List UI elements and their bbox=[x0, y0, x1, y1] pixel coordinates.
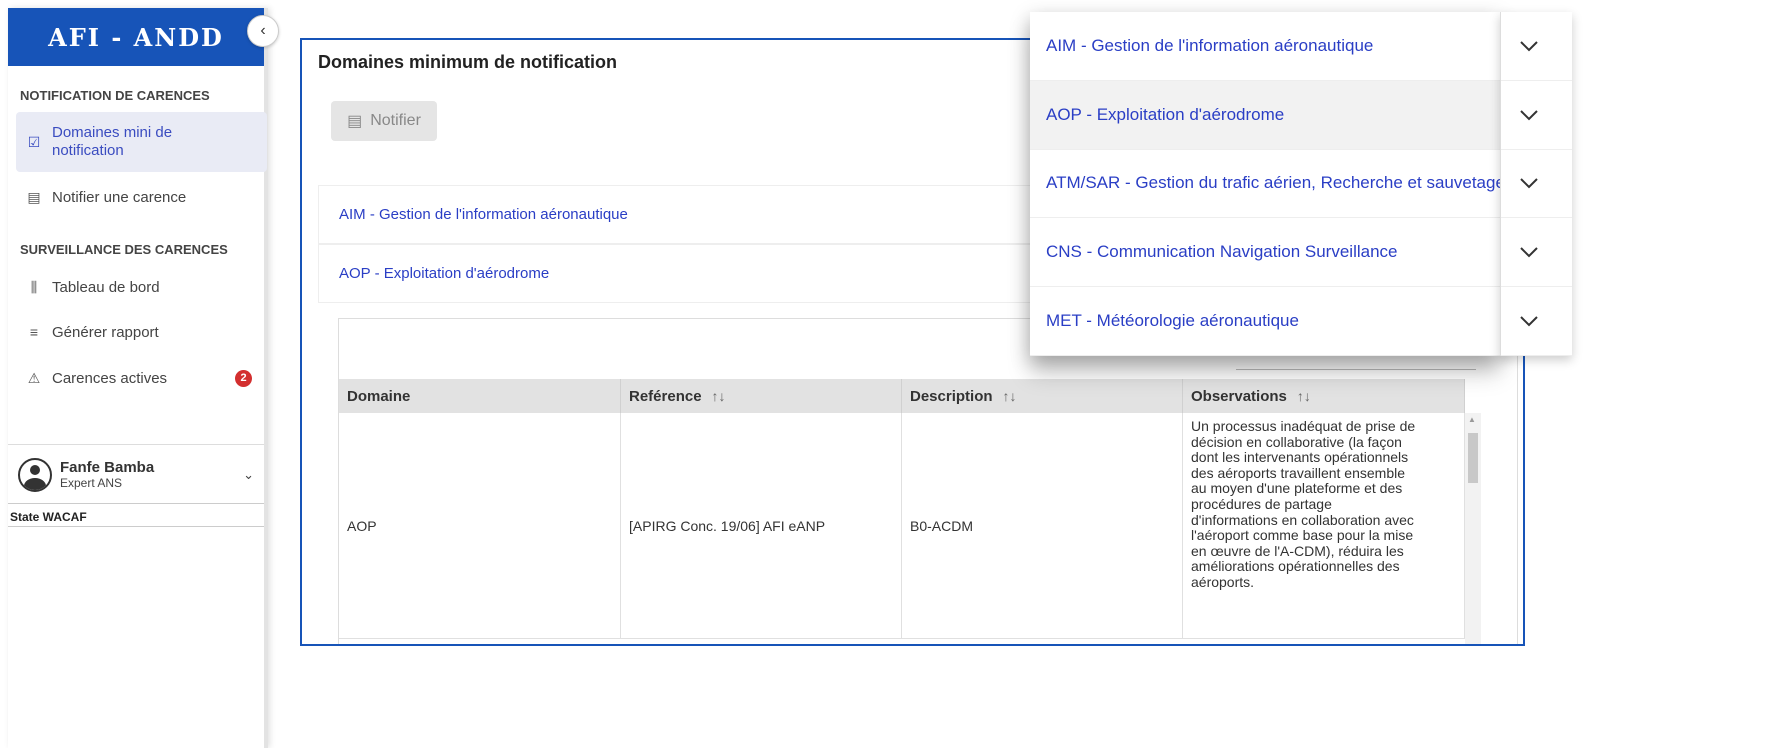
sort-icon[interactable]: ↑↓ bbox=[1297, 388, 1311, 404]
sidebar-item-tableau[interactable]: ⫼ Tableau de bord bbox=[16, 268, 267, 306]
notification-badge: 2 bbox=[235, 369, 252, 387]
column-header-observations[interactable]: Observations ↑↓ bbox=[1183, 379, 1465, 413]
expand-toggle[interactable] bbox=[1501, 218, 1572, 288]
table-cell-observations: Un processus inadéquat de prise de décis… bbox=[1183, 413, 1465, 639]
user-profile[interactable]: Fanfe Bamba Expert ANS ⌄ bbox=[8, 444, 264, 504]
state-label: State WACAF bbox=[8, 503, 264, 527]
notify-button-label: Notifier bbox=[370, 112, 421, 129]
table-cell-reference: [APIRG Conc. 19/06] AFI eANP bbox=[621, 413, 902, 639]
sidebar-item-notifier[interactable]: ▤ Notifier une carence bbox=[16, 178, 267, 216]
column-header-description[interactable]: Description ↑↓ bbox=[902, 379, 1183, 413]
avatar-icon bbox=[18, 457, 52, 492]
calendar-icon: ▤ bbox=[27, 188, 41, 205]
chevron-down-icon bbox=[1520, 109, 1538, 121]
expand-toggle[interactable] bbox=[1501, 81, 1572, 150]
accordion-label: AIM - Gestion de l'information aéronauti… bbox=[339, 206, 628, 223]
bar-chart-icon: ⫼ bbox=[30, 278, 38, 295]
sidebar-item-label: Tableau de bord bbox=[52, 278, 160, 296]
table-cell-domaine: AOP bbox=[339, 413, 621, 639]
checkbox-icon: ☑ bbox=[27, 133, 41, 150]
expand-toggle[interactable] bbox=[1501, 150, 1572, 219]
scroll-up-icon[interactable]: ▲ bbox=[1468, 415, 1476, 424]
sidebar-item-label: Générer rapport bbox=[52, 323, 159, 341]
chevron-down-icon bbox=[1520, 247, 1538, 258]
sort-icon[interactable]: ↑↓ bbox=[1003, 388, 1017, 404]
chevron-left-icon: ‹ bbox=[260, 22, 266, 39]
expand-toggle[interactable] bbox=[1501, 287, 1572, 356]
expand-toggle[interactable] bbox=[1501, 12, 1572, 81]
dropdown-item-aim[interactable]: AIM - Gestion de l'information aéronauti… bbox=[1030, 12, 1500, 81]
dropdown-item-atm-sar[interactable]: ATM/SAR - Gestion du trafic aérien, Rech… bbox=[1030, 150, 1500, 219]
accordion-label: AOP - Exploitation d'aérodrome bbox=[339, 265, 550, 282]
chevron-down-icon bbox=[1520, 178, 1538, 189]
table-cell-description: B0-ACDM bbox=[902, 413, 1183, 639]
report-lines-icon: ≡ bbox=[29, 324, 39, 340]
notify-button[interactable]: ▤ Notifier bbox=[331, 101, 437, 141]
sort-icon[interactable]: ↑↓ bbox=[712, 388, 726, 404]
section-notification-title: NOTIFICATION DE CARENCES bbox=[20, 88, 210, 103]
chevron-down-icon bbox=[1520, 316, 1538, 327]
sidebar-item-domaines[interactable]: ☑ Domaines mini de notification bbox=[16, 112, 267, 172]
dropdown-item-cns[interactable]: CNS - Communication Navigation Surveilla… bbox=[1030, 218, 1500, 288]
collapse-sidebar-button[interactable]: ‹ bbox=[247, 15, 279, 47]
page-title: Domaines minimum de notification bbox=[318, 52, 618, 72]
dropdown-item-met[interactable]: MET - Météorologie aéronautique bbox=[1030, 287, 1500, 356]
scroll-thumb[interactable] bbox=[1468, 433, 1478, 483]
warning-icon: ⚠ bbox=[27, 369, 41, 386]
column-header-reference[interactable]: Reférence ↑↓ bbox=[621, 379, 902, 413]
chevron-down-icon bbox=[1520, 41, 1538, 52]
table-scrollbar[interactable]: ▲ bbox=[1465, 413, 1481, 644]
column-header-domaine[interactable]: Domaine bbox=[339, 379, 621, 413]
search-input[interactable] bbox=[1236, 369, 1476, 370]
dropdown-item-aop[interactable]: AOP - Exploitation d'aérodrome bbox=[1030, 80, 1500, 150]
sidebar-item-carences[interactable]: ⚠ Carences actives 2 bbox=[16, 359, 260, 397]
chevron-down-icon[interactable]: ⌄ bbox=[243, 467, 254, 483]
dropdown-expand-column bbox=[1500, 12, 1572, 356]
app-brand: AFI - ANDD bbox=[8, 8, 264, 66]
section-surveillance-title: SURVEILLANCE DES CARENCES bbox=[20, 242, 228, 257]
sidebar: AFI - ANDD NOTIFICATION DE CARENCES ☑ Do… bbox=[8, 8, 268, 748]
profile-name: Fanfe Bamba bbox=[60, 459, 155, 476]
sidebar-item-label: Domaines mini de notification bbox=[52, 124, 173, 159]
data-table: Domaine Reférence ↑↓ Description ↑↓ Obse… bbox=[338, 318, 1518, 644]
domain-dropdown: AIM - Gestion de l'information aéronauti… bbox=[1030, 12, 1500, 356]
sidebar-item-rapport[interactable]: ≡ Générer rapport bbox=[16, 313, 267, 351]
calendar-icon: ▤ bbox=[347, 113, 363, 130]
sidebar-item-label: Notifier une carence bbox=[52, 188, 187, 206]
profile-role: Expert ANS bbox=[60, 476, 123, 490]
sidebar-item-label: Carences actives bbox=[52, 369, 168, 387]
